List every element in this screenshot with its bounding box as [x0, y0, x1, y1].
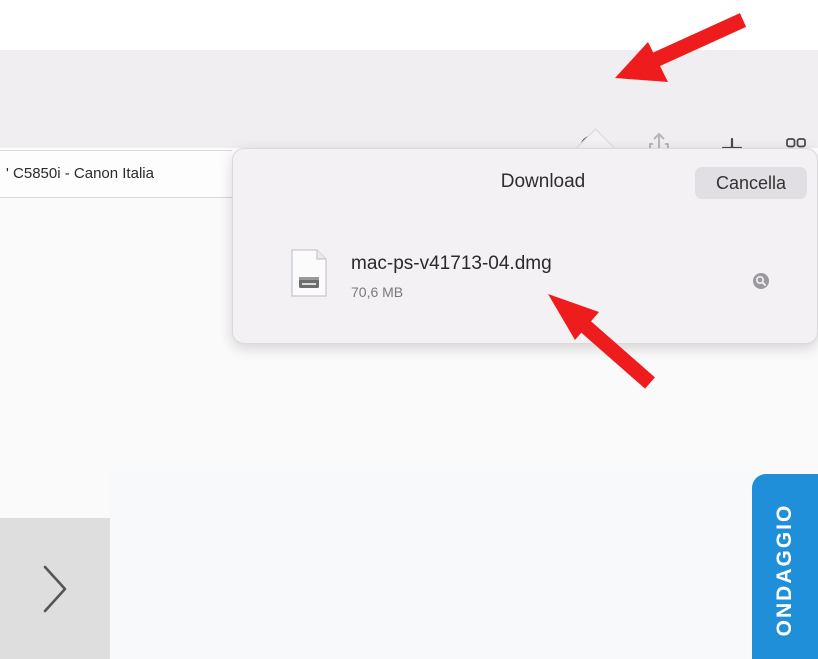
magnifier-icon[interactable]	[751, 271, 771, 291]
dmg-file-icon	[291, 249, 327, 297]
browser-toolbar	[0, 50, 818, 162]
download-filename: mac-ps-v41713-04.dmg	[351, 253, 552, 274]
page-top-area	[0, 0, 818, 50]
tab-canon-italia[interactable]: ' C5850i - Canon Italia	[0, 150, 232, 198]
clear-downloads-button[interactable]: Cancella	[695, 167, 807, 199]
carousel-next-button[interactable]	[0, 518, 110, 659]
chevron-right-icon	[43, 565, 67, 612]
survey-tab[interactable]: ONDAGGIO	[752, 474, 818, 659]
download-item[interactable]: mac-ps-v41713-04.dmg 70,6 MB	[291, 245, 791, 305]
tab-title: ' C5850i - Canon Italia	[6, 165, 154, 182]
download-filesize: 70,6 MB	[351, 284, 404, 300]
survey-tab-label: ONDAGGIO	[773, 503, 796, 637]
downloads-popover: Download Cancella mac-ps-v41713-04.dmg 7…	[232, 148, 818, 344]
content-panel	[110, 470, 758, 659]
